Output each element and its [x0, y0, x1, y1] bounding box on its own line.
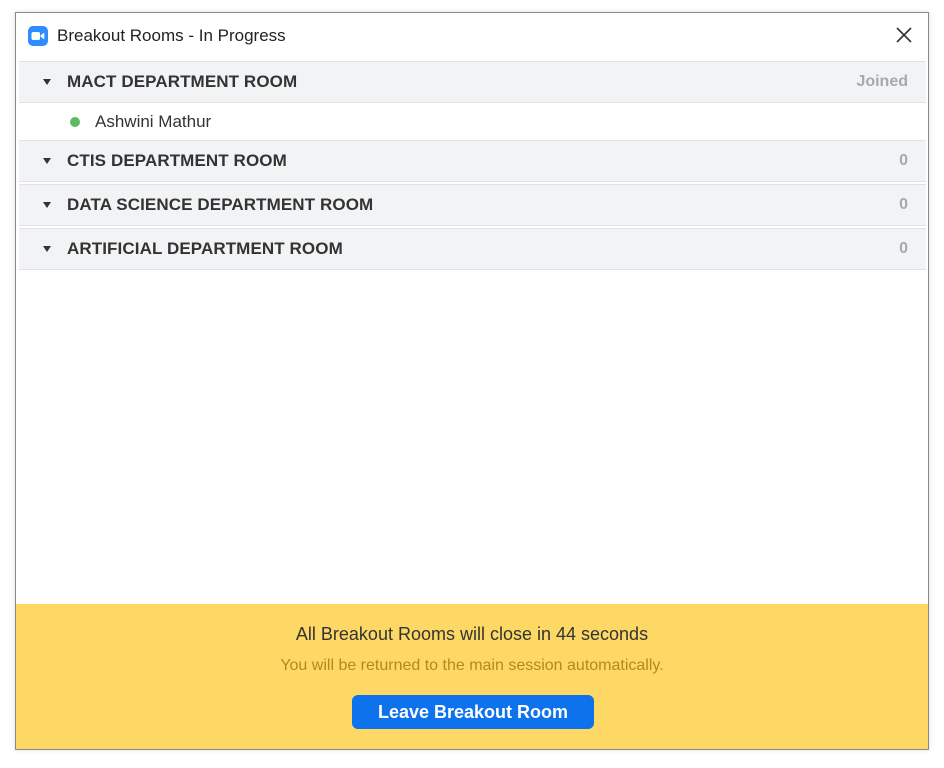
- caret-down-icon: [43, 202, 51, 208]
- participant-name: Ashwini Mathur: [95, 111, 212, 131]
- breakout-rooms-window: Breakout Rooms - In Progress MACT DEPART…: [15, 12, 929, 750]
- room-header-ctis[interactable]: CTIS DEPARTMENT ROOM 0: [19, 140, 926, 182]
- caret-down-icon: [43, 158, 51, 164]
- room-name: ARTIFICIAL DEPARTMENT ROOM: [67, 239, 343, 258]
- room-name: CTIS DEPARTMENT ROOM: [67, 151, 287, 170]
- room-participant-count: 0: [899, 152, 908, 169]
- room-name: DATA SCIENCE DEPARTMENT ROOM: [67, 195, 374, 214]
- room-status: Joined: [856, 73, 908, 90]
- leave-breakout-room-button[interactable]: Leave Breakout Room: [352, 695, 594, 729]
- zoom-camera-icon: [28, 26, 48, 46]
- room-name: MACT DEPARTMENT ROOM: [67, 72, 298, 91]
- rooms-list: MACT DEPARTMENT ROOM Joined Ashwini Math…: [19, 61, 926, 270]
- return-notice: You will be returned to the main session…: [280, 657, 664, 674]
- room-header-mact[interactable]: MACT DEPARTMENT ROOM Joined: [19, 61, 926, 103]
- window-title: Breakout Rooms - In Progress: [57, 26, 286, 45]
- close-icon[interactable]: [894, 25, 914, 45]
- title-bar: Breakout Rooms - In Progress: [16, 13, 928, 59]
- countdown-message: All Breakout Rooms will close in 44 seco…: [295, 624, 649, 644]
- room-header-data-science[interactable]: DATA SCIENCE DEPARTMENT ROOM 0: [19, 184, 926, 226]
- room-participant-count: 0: [899, 196, 908, 213]
- participant-row: Ashwini Mathur: [19, 103, 926, 140]
- closing-banner: All Breakout Rooms will close in 44 seco…: [16, 604, 928, 749]
- caret-down-icon: [43, 246, 51, 252]
- room-header-artificial[interactable]: ARTIFICIAL DEPARTMENT ROOM 0: [19, 228, 926, 270]
- room-participant-count: 0: [899, 240, 908, 257]
- caret-down-icon: [43, 79, 51, 85]
- online-status-dot: [70, 116, 80, 127]
